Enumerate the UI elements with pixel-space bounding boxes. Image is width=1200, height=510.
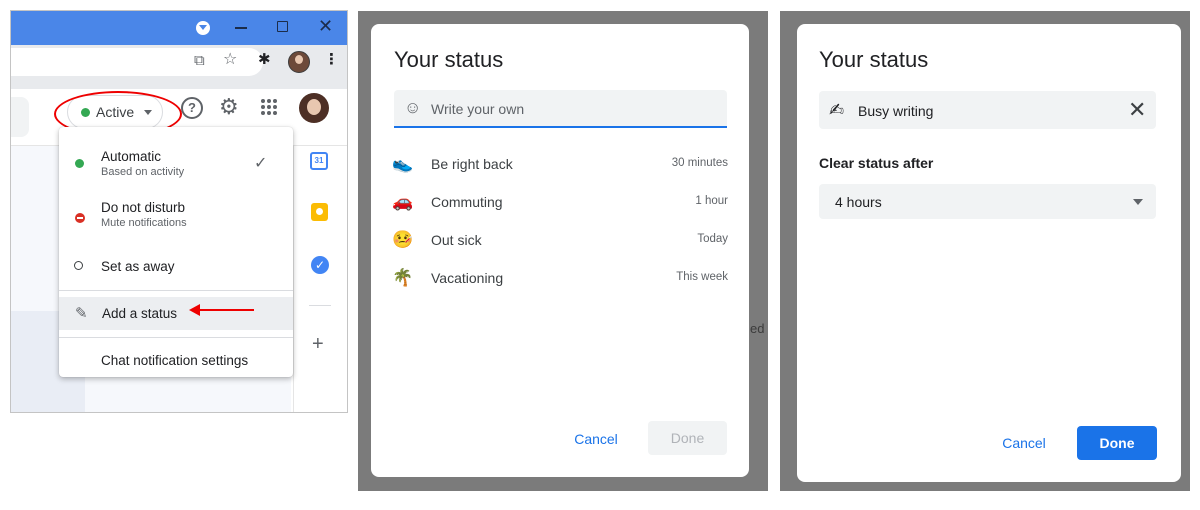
clear-after-select[interactable]: 4 hours <box>819 184 1156 219</box>
suggestion-row[interactable]: 🚗 Commuting 1 hour <box>392 190 728 214</box>
calendar-icon[interactable]: 31 <box>310 152 328 170</box>
car-icon: 🚗 <box>392 192 414 211</box>
browser-panel: ✕ ⧉ ☆ ✱ ⋮ Active ? ⚙ 31 ✓ + Automatic Ba… <box>10 10 348 413</box>
chrome-profile-avatar[interactable] <box>288 51 310 73</box>
status-dialog-suggestions: Your status ☺ Write your own 👟 Be right … <box>371 24 749 477</box>
suggestion-label: Commuting <box>431 194 503 210</box>
status-menu: Automatic Based on activity ✓ Do not dis… <box>59 127 293 377</box>
profile-dropdown-icon[interactable] <box>196 21 210 35</box>
menu-item-set-as-away[interactable]: Set as away <box>59 255 293 279</box>
dialog-title: Your status <box>819 47 929 72</box>
suggestion-label: Be right back <box>431 156 513 172</box>
chrome-title-bar <box>11 11 347 45</box>
suggestion-label: Out sick <box>431 232 482 248</box>
maximize-icon[interactable] <box>277 21 288 32</box>
side-divider <box>309 305 331 306</box>
clear-after-label: Clear status after <box>819 155 934 171</box>
suggestion-row[interactable]: 🤒 Out sick Today <box>392 228 728 252</box>
annotation-arrow <box>189 304 254 316</box>
cancel-button[interactable]: Cancel <box>989 426 1059 460</box>
emoji-picker-icon[interactable]: ☺ <box>404 99 421 116</box>
running-shoe-icon: 👟 <box>392 154 414 173</box>
suggestion-row[interactable]: 🌴 Vacationing This week <box>392 266 728 290</box>
status-input[interactable]: ✍ Busy writing ✕ <box>819 91 1156 129</box>
close-window-icon[interactable]: ✕ <box>318 17 333 35</box>
menu-item-title: Do not disturb <box>101 200 186 215</box>
status-input[interactable]: ☺ Write your own <box>394 90 727 126</box>
clear-status-icon[interactable]: ✕ <box>1128 99 1146 121</box>
suggestion-duration: Today <box>697 233 728 245</box>
checkmark-icon: ✓ <box>254 155 268 172</box>
chevron-down-icon <box>1133 199 1143 205</box>
bookmark-star-icon[interactable]: ☆ <box>223 52 237 68</box>
status-input-placeholder: Write your own <box>431 101 525 117</box>
settings-gear-icon[interactable]: ⚙ <box>219 95 239 119</box>
suggestion-row[interactable]: 👟 Be right back 30 minutes <box>392 152 728 176</box>
menu-item-automatic[interactable]: Automatic Based on activity ✓ <box>59 147 293 181</box>
side-panel <box>293 146 347 412</box>
add-addon-icon[interactable]: + <box>312 334 324 354</box>
menu-divider <box>59 337 293 338</box>
palm-tree-icon: 🌴 <box>392 268 414 287</box>
menu-item-subtitle: Mute notifications <box>101 217 187 229</box>
suggestion-duration: This week <box>676 271 728 283</box>
clear-after-value: 4 hours <box>835 194 882 210</box>
menu-item-title: Automatic <box>101 149 162 164</box>
extensions-puzzle-icon[interactable]: ✱ <box>258 52 271 68</box>
menu-item-add-status[interactable]: ✎ Add a status <box>59 297 293 330</box>
menu-item-notification-settings[interactable]: Chat notification settings <box>59 349 293 371</box>
suggestion-duration: 30 minutes <box>671 157 728 169</box>
sick-face-icon: 🤒 <box>392 230 414 249</box>
dialog-title: Your status <box>394 47 504 72</box>
input-underline <box>394 126 727 128</box>
menu-item-subtitle: Based on activity <box>101 166 185 178</box>
menu-item-title: Set as away <box>101 259 175 274</box>
background-partial-text: ed <box>750 321 765 336</box>
away-ring-icon <box>74 261 83 270</box>
apps-grid-icon[interactable] <box>261 99 277 115</box>
help-icon[interactable]: ? <box>181 97 203 119</box>
suggestion-label: Vacationing <box>431 270 504 286</box>
status-dialog-custom: Your status ✍ Busy writing ✕ Clear statu… <box>797 24 1181 482</box>
open-in-window-icon[interactable]: ⧉ <box>194 53 205 69</box>
suggestion-duration: 1 hour <box>695 195 728 207</box>
writing-hand-icon: ✍ <box>829 100 845 120</box>
done-button[interactable]: Done <box>648 421 727 455</box>
menu-divider <box>59 290 293 291</box>
status-input-value: Busy writing <box>858 103 934 119</box>
account-avatar[interactable] <box>299 93 329 123</box>
menu-item-do-not-disturb[interactable]: Do not disturb Mute notifications <box>59 198 293 232</box>
menu-item-title: Chat notification settings <box>101 353 249 368</box>
menu-item-title: Add a status <box>102 306 178 321</box>
cancel-button[interactable]: Cancel <box>561 422 631 456</box>
keep-icon[interactable] <box>311 203 328 221</box>
do-not-disturb-icon <box>75 213 85 223</box>
active-dot-icon <box>75 159 84 168</box>
minimize-icon[interactable] <box>235 27 247 29</box>
done-button[interactable]: Done <box>1077 426 1157 460</box>
tasks-icon[interactable]: ✓ <box>311 256 329 274</box>
search-bar-edge[interactable] <box>11 97 29 137</box>
pencil-icon: ✎ <box>75 305 88 322</box>
chrome-menu-icon[interactable]: ⋮ <box>324 52 339 68</box>
